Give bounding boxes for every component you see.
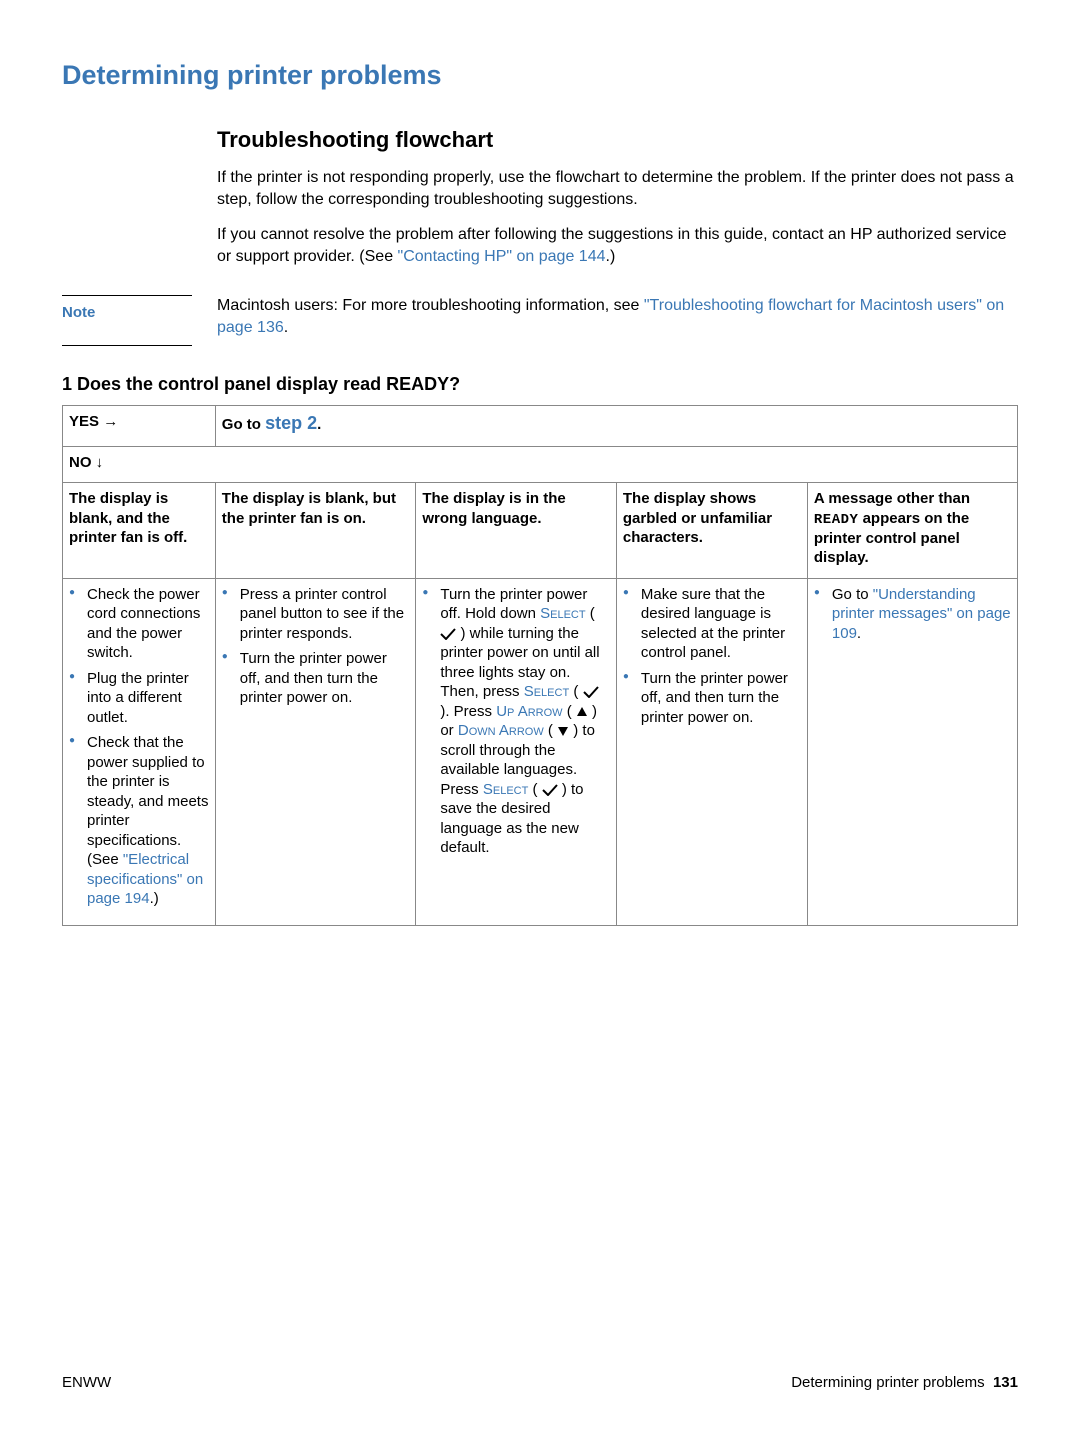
col5-header: A message other than READY appears on th… bbox=[807, 483, 1017, 579]
check-icon bbox=[542, 784, 558, 796]
col3-header: The display is in the wrong language. bbox=[416, 483, 617, 579]
yes-action-cell: Go to step 2. bbox=[215, 406, 1017, 446]
col4-body: Make sure that the desired language is s… bbox=[616, 578, 807, 925]
section-subheading: Troubleshooting flowchart bbox=[217, 127, 1018, 153]
select-key: Select bbox=[483, 781, 528, 798]
col3-body: Turn the printer power off. Hold down Se… bbox=[416, 578, 617, 925]
note-body: Macintosh users: For more troubleshootin… bbox=[217, 295, 1018, 338]
ready-status: READY bbox=[814, 512, 859, 528]
arrow-right-icon: → bbox=[103, 413, 118, 430]
check-icon bbox=[440, 628, 456, 640]
step-2-link[interactable]: step 2 bbox=[265, 413, 317, 433]
flowchart-table: YES → Go to step 2. NO ↓ The display is … bbox=[62, 405, 1018, 926]
list-item: Check the power cord connections and the… bbox=[69, 585, 209, 663]
triangle-down-icon bbox=[557, 725, 569, 737]
note-rule-bottom bbox=[62, 345, 192, 346]
col4-header: The display shows garbled or unfamiliar … bbox=[616, 483, 807, 579]
col1-header: The display is blank, and the printer fa… bbox=[63, 483, 216, 579]
col5-body: Go to "Understanding printer messages" o… bbox=[807, 578, 1017, 925]
list-item: Make sure that the desired language is s… bbox=[623, 585, 801, 663]
footer-right: Determining printer problems 131 bbox=[791, 1374, 1018, 1391]
col2-body: Press a printer control panel button to … bbox=[215, 578, 416, 925]
yes-cell: YES → bbox=[63, 406, 216, 446]
list-item: Go to "Understanding printer messages" o… bbox=[814, 585, 1011, 644]
intro-paragraph-2: If you cannot resolve the problem after … bbox=[217, 224, 1018, 267]
page-number: 131 bbox=[993, 1374, 1018, 1391]
arrow-down-icon: ↓ bbox=[96, 454, 104, 471]
list-item: Plug the printer into a different outlet… bbox=[69, 669, 209, 728]
col2-header: The display is blank, but the printer fa… bbox=[215, 483, 416, 579]
contacting-hp-link[interactable]: "Contacting HP" on page 144 bbox=[398, 248, 606, 265]
select-key: Select bbox=[540, 605, 585, 622]
note-label: Note bbox=[62, 304, 217, 321]
col1-body: Check the power cord connections and the… bbox=[63, 578, 216, 925]
triangle-up-icon bbox=[576, 706, 588, 718]
list-item: Check that the power supplied to the pri… bbox=[69, 733, 209, 909]
select-key: Select bbox=[524, 683, 569, 700]
question-1-heading: 1 Does the control panel display read RE… bbox=[62, 374, 1018, 395]
no-cell: NO ↓ bbox=[63, 446, 1018, 483]
list-item: Press a printer control panel button to … bbox=[222, 585, 410, 644]
up-arrow-key: Up Arrow bbox=[496, 703, 562, 720]
check-icon bbox=[583, 686, 599, 698]
list-item: Turn the printer power off. Hold down Se… bbox=[422, 585, 610, 858]
intro-paragraph-1: If the printer is not responding properl… bbox=[217, 167, 1018, 210]
down-arrow-key: Down Arrow bbox=[458, 722, 544, 739]
note-rule-top bbox=[62, 295, 192, 296]
list-item: Turn the printer power off, and then tur… bbox=[623, 669, 801, 728]
list-item: Turn the printer power off, and then tur… bbox=[222, 649, 410, 708]
page-heading: Determining printer problems bbox=[62, 60, 1018, 91]
footer-left: ENWW bbox=[62, 1374, 111, 1391]
